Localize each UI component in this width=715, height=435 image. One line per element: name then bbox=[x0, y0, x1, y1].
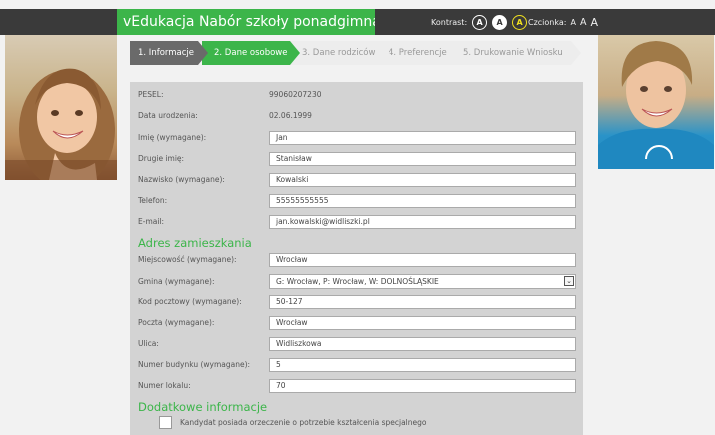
email-row: E-mail: jan.kowalski@widliszki.pl bbox=[130, 215, 583, 229]
chevron-down-icon[interactable]: ⌄ bbox=[564, 276, 574, 286]
second-name-label: Drugie imię: bbox=[138, 154, 185, 163]
street-label: Ulica: bbox=[138, 339, 159, 348]
step-dane-osobowe[interactable]: 2. Dane osobowe bbox=[202, 41, 300, 65]
city-row: Miejscowość (wymagane): Wrocław bbox=[130, 253, 583, 267]
contrast-inverted-button[interactable]: A bbox=[492, 14, 508, 30]
surname-input[interactable]: Kowalski bbox=[269, 173, 576, 187]
postcode-label: Kod pocztowy (wymagane): bbox=[138, 297, 242, 306]
step-drukowanie-wniosku[interactable]: 5. Drukowanie Wniosku bbox=[453, 41, 581, 65]
city-input[interactable]: Wrocław bbox=[269, 253, 576, 267]
birth-row: Data urodzenia: 02.06.1999 bbox=[130, 109, 583, 123]
step-preferencje[interactable]: 4. Preferencje bbox=[380, 41, 463, 65]
first-name-input[interactable]: Jan bbox=[269, 131, 576, 145]
gmina-label: Gmina (wymagane): bbox=[138, 277, 215, 286]
post-label: Poczta (wymagane): bbox=[138, 318, 215, 327]
phone-label: Telefon: bbox=[138, 196, 168, 205]
font-size-switcher: Czcionka: A A A bbox=[528, 9, 598, 35]
address-heading: Adres zamieszkania bbox=[138, 236, 252, 250]
contrast-yellow-button[interactable]: A bbox=[512, 14, 528, 30]
font-small-button[interactable]: A bbox=[570, 18, 575, 27]
pesel-row: PESEL: 99060207230 bbox=[130, 88, 583, 102]
font-large-button[interactable]: A bbox=[590, 16, 598, 29]
building-row: Numer budynku (wymagane): 5 bbox=[130, 358, 583, 372]
app-title: vEdukacja Nabór szkoły ponadgimnazjalne bbox=[117, 9, 375, 35]
first-name-label: Imię (wymagane): bbox=[138, 133, 207, 142]
special-needs-label: Kandydat posiada orzeczenie o potrzebie … bbox=[180, 418, 427, 427]
street-input[interactable]: Widliszkowa bbox=[269, 337, 576, 351]
contrast-normal-button[interactable]: A bbox=[472, 14, 488, 30]
flat-row: Numer lokalu: 70 bbox=[130, 379, 583, 393]
building-label: Numer budynku (wymagane): bbox=[138, 360, 251, 369]
contrast-label: Kontrast: bbox=[431, 17, 468, 27]
girl-photo-graphic bbox=[5, 68, 117, 180]
contrast-switcher: Kontrast: A A A bbox=[431, 9, 528, 35]
email-input[interactable]: jan.kowalski@widliszki.pl bbox=[269, 215, 576, 229]
post-input[interactable]: Wrocław bbox=[269, 316, 576, 330]
postcode-row: Kod pocztowy (wymagane): 50-127 bbox=[130, 295, 583, 309]
post-row: Poczta (wymagane): Wrocław bbox=[130, 316, 583, 330]
city-label: Miejscowość (wymagane): bbox=[138, 255, 237, 264]
surname-row: Nazwisko (wymagane): Kowalski bbox=[130, 173, 583, 187]
phone-input[interactable]: 55555555555 bbox=[269, 194, 576, 208]
surname-label: Nazwisko (wymagane): bbox=[138, 175, 225, 184]
flat-label: Numer lokalu: bbox=[138, 381, 191, 390]
birth-label: Data urodzenia: bbox=[138, 111, 198, 120]
building-input[interactable]: 5 bbox=[269, 358, 576, 372]
gmina-row: Gmina (wymagane): G: Wrocław, P: Wrocław… bbox=[130, 274, 583, 289]
second-name-input[interactable]: Stanisław bbox=[269, 152, 576, 166]
boy-photo-graphic bbox=[598, 41, 714, 169]
birth-value: 02.06.1999 bbox=[269, 111, 312, 120]
phone-row: Telefon: 55555555555 bbox=[130, 194, 583, 208]
top-bar: vEdukacja Nabór szkoły ponadgimnazjalne … bbox=[0, 9, 715, 35]
pesel-value: 99060207230 bbox=[269, 90, 322, 99]
pesel-label: PESEL: bbox=[138, 90, 164, 99]
gmina-selected-value: G: Wrocław, P: Wrocław, W: DOLNOŚLĄSKIE bbox=[276, 277, 439, 286]
extra-info-heading: Dodatkowe informacje bbox=[138, 400, 268, 414]
flat-input[interactable]: 70 bbox=[269, 379, 576, 393]
first-name-row: Imię (wymagane): Jan bbox=[130, 131, 583, 145]
font-medium-button[interactable]: A bbox=[580, 17, 587, 28]
student-photo-right bbox=[598, 35, 714, 169]
gmina-select[interactable]: G: Wrocław, P: Wrocław, W: DOLNOŚLĄSKIE … bbox=[269, 274, 576, 289]
step-dane-rodzicow[interactable]: 3. Dane rodziców bbox=[290, 41, 390, 65]
step-informacje[interactable]: 1. Informacje bbox=[130, 41, 208, 65]
second-name-row: Drugie imię: Stanisław bbox=[130, 152, 583, 166]
form-panel: PESEL: 99060207230 Data urodzenia: 02.06… bbox=[130, 82, 583, 435]
postcode-input[interactable]: 50-127 bbox=[269, 295, 576, 309]
email-label: E-mail: bbox=[138, 217, 165, 226]
student-photo-left bbox=[5, 35, 117, 180]
font-size-label: Czcionka: bbox=[528, 17, 567, 27]
street-row: Ulica: Widliszkowa bbox=[130, 337, 583, 351]
special-needs-checkbox[interactable] bbox=[159, 416, 172, 429]
